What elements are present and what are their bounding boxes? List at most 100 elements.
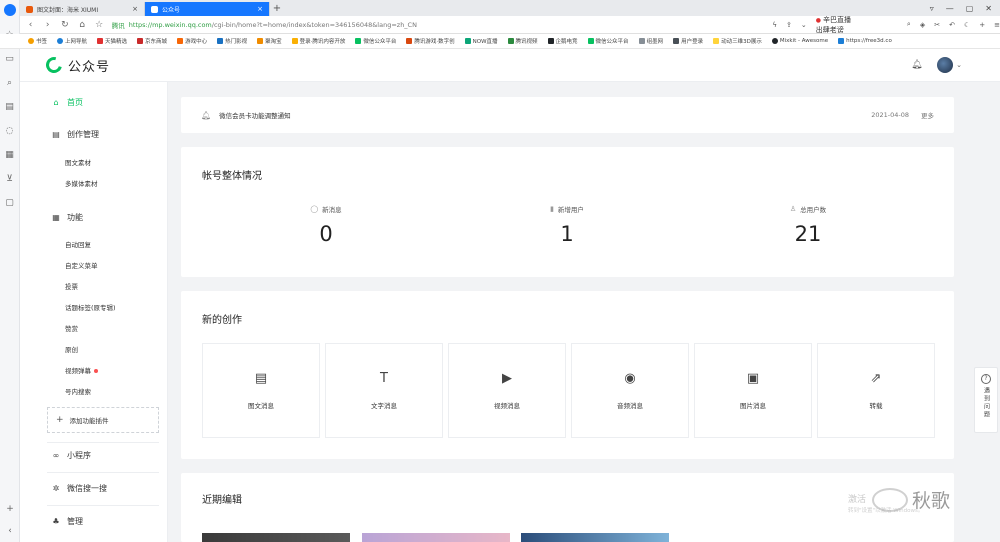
bookmark-item[interactable]: 天猫精选: [97, 37, 127, 45]
create-article-tile[interactable]: ▤ 图文消息: [202, 343, 320, 438]
menu-item-home[interactable]: ⌂ 首页: [51, 97, 83, 108]
home-icon[interactable]: ⌂: [77, 20, 86, 30]
recent-thumbnail[interactable]: [521, 533, 669, 542]
browser-tab[interactable]: 图文封面：海米 XIUMI ×: [20, 2, 145, 16]
submenu-item[interactable]: 图文素材: [65, 157, 91, 167]
bookmark-item[interactable]: 动动三维3D展示: [713, 37, 762, 45]
bookmark-item[interactable]: 书签: [28, 37, 47, 45]
stat-new-messages[interactable]: ◯ 新消息 0: [266, 204, 386, 246]
create-text-tile[interactable]: T 文字消息: [325, 343, 443, 438]
divider: [47, 472, 159, 473]
night-mode-icon[interactable]: ☾: [964, 21, 970, 29]
dropdown-icon[interactable]: ⌄: [801, 21, 807, 29]
bookmark-item[interactable]: 微信公众平台: [355, 37, 396, 45]
notice-card: 🔔︎ 微信会员卡功能调整通知 2021-04-08 更多: [181, 97, 954, 133]
bookmark-item[interactable]: 京东商城: [137, 37, 167, 45]
recent-thumbnail[interactable]: [202, 533, 350, 542]
scissors-icon[interactable]: ✂: [934, 21, 940, 29]
add-icon[interactable]: +: [5, 504, 15, 514]
submenu-item[interactable]: 自定义菜单: [65, 260, 98, 270]
back-icon[interactable]: ‹: [26, 20, 35, 30]
bookmark-item[interactable]: 登录·腾讯内容开放: [291, 37, 345, 45]
submenu-item-video-danmaku[interactable]: 视频弹幕: [65, 365, 98, 375]
menu-item-creation[interactable]: ▤ 创作管理: [51, 129, 99, 140]
notice-link[interactable]: 微信会员卡功能调整通知: [219, 110, 291, 120]
menu-icon[interactable]: ≡: [994, 21, 1000, 29]
tencent-game-icon: [406, 38, 413, 44]
menu-item-mini-program[interactable]: ∞ 小程序: [51, 450, 91, 461]
menu-item-features[interactable]: ▦ 功能: [51, 212, 83, 223]
bookmark-item[interactable]: 企鹅电竞: [547, 37, 578, 45]
bookmark-item[interactable]: NOW直播: [464, 37, 498, 45]
reload-icon[interactable]: ↻: [60, 20, 69, 30]
game-icon[interactable]: ◈: [920, 21, 925, 29]
hot-search-link[interactable]: 辛巴直播出肆老谤: [816, 15, 858, 35]
brand[interactable]: 公众号: [43, 54, 110, 76]
bookmark-item[interactable]: 腾讯游戏·数字创: [406, 37, 455, 45]
bookmark-star-icon[interactable]: ☆: [95, 20, 104, 30]
submenu-item[interactable]: 话题标签(原专辑): [65, 302, 116, 312]
box-icon[interactable]: ▢: [5, 198, 15, 208]
bookmark-item[interactable]: 组墨网: [638, 37, 663, 45]
close-icon[interactable]: ×: [132, 5, 138, 13]
search-icon[interactable]: ⌕: [907, 20, 911, 29]
address-bar: ‹ › ↻ ⌂ ☆ 腾讯 https://mp.weixin.qq.com/cg…: [20, 16, 1000, 34]
more-link[interactable]: 更多: [921, 110, 934, 120]
forward-icon[interactable]: ›: [43, 20, 52, 30]
stat-total-users[interactable]: ♙ 总用户数 21: [748, 204, 868, 246]
submenu-item[interactable]: 投票: [65, 281, 78, 291]
submenu-item[interactable]: 原创: [65, 344, 78, 354]
create-audio-tile[interactable]: ◉ 音频消息: [571, 343, 689, 438]
bookmark-item[interactable]: 微信公众平台: [587, 37, 629, 45]
submenu-item[interactable]: 赞赏: [65, 323, 78, 333]
bookmark-item[interactable]: 用户登录: [673, 37, 703, 45]
bookmark-item[interactable]: 上网导航: [57, 37, 87, 45]
browser-logo-icon[interactable]: [3, 4, 16, 16]
calendar-icon[interactable]: ▦: [5, 150, 15, 160]
news-icon[interactable]: ▤: [5, 102, 15, 112]
new-creation-card: 新的创作 ▤ 图文消息 T 文字消息 ▶ 视频消息 ◉ 音频消息 ▣ 图片消息 …: [181, 291, 954, 459]
cart-icon[interactable]: ⊻: [5, 174, 15, 184]
stat-value: 21: [794, 222, 822, 246]
create-video-tile[interactable]: ▶ 视频消息: [448, 343, 566, 438]
header-actions: 🔔︎ ⌄: [911, 57, 962, 73]
menu-item-manage[interactable]: ♣ 管理: [51, 516, 83, 527]
browser-tab-active[interactable]: 公众号 ×: [145, 2, 270, 16]
recent-thumbnail[interactable]: [362, 533, 510, 542]
url-field[interactable]: 腾讯 https://mp.weixin.qq.com/cgi-bin/home…: [112, 18, 625, 31]
menu-item-wechat-search[interactable]: ✲ 微信搜一搜: [51, 483, 107, 494]
new-tab-button[interactable]: +: [270, 2, 284, 16]
lightning-icon[interactable]: ϟ: [772, 21, 777, 29]
submenu-item[interactable]: 多媒体素材: [65, 178, 98, 188]
collapse-icon[interactable]: ‹: [5, 526, 15, 536]
tab-title: 公众号: [162, 6, 181, 14]
account-menu[interactable]: ⌄: [937, 57, 962, 73]
bell-icon[interactable]: 🔔︎: [911, 60, 922, 70]
submenu-item[interactable]: 自动回复: [65, 239, 91, 249]
bookmark-item[interactable]: 游戏中心: [177, 37, 207, 45]
bookmark-item[interactable]: 热门影视: [217, 37, 247, 45]
book-icon[interactable]: ▭: [5, 54, 15, 64]
bookmark-item[interactable]: 腾讯视频: [507, 37, 538, 45]
undo-icon[interactable]: ↶: [949, 21, 955, 29]
create-image-tile[interactable]: ▣ 图片消息: [694, 343, 812, 438]
brand-watermark: 秋歌: [872, 486, 950, 513]
bookmark-item[interactable]: Mixkit - Awesome: [771, 38, 828, 44]
add-plugin-button[interactable]: + 添加功能插件: [47, 407, 159, 433]
bookmark-item[interactable]: 聚淘宝: [257, 37, 282, 45]
now-icon: [464, 38, 471, 44]
audio-icon: ◉: [624, 370, 636, 386]
help-float-button[interactable]: ? 遇到问题: [974, 367, 998, 433]
submenu-item[interactable]: 号内搜索: [65, 386, 91, 396]
share-icon[interactable]: ⇪: [786, 21, 792, 29]
bookmark-item[interactable]: https://free3d.co: [838, 38, 892, 44]
plus-icon: +: [56, 415, 64, 425]
site-header: 公众号 🔔︎ ⌄: [20, 49, 1000, 82]
search-icon[interactable]: ⌕: [5, 78, 15, 88]
sparkle-icon: ✲: [52, 484, 60, 493]
plus-icon[interactable]: +: [979, 21, 985, 29]
close-icon[interactable]: ×: [257, 5, 263, 13]
create-repost-tile[interactable]: ⇗ 转载: [817, 343, 935, 438]
stat-new-users[interactable]: ▮ 新增用户 1: [507, 204, 627, 246]
chat-icon[interactable]: ◌: [5, 126, 15, 136]
